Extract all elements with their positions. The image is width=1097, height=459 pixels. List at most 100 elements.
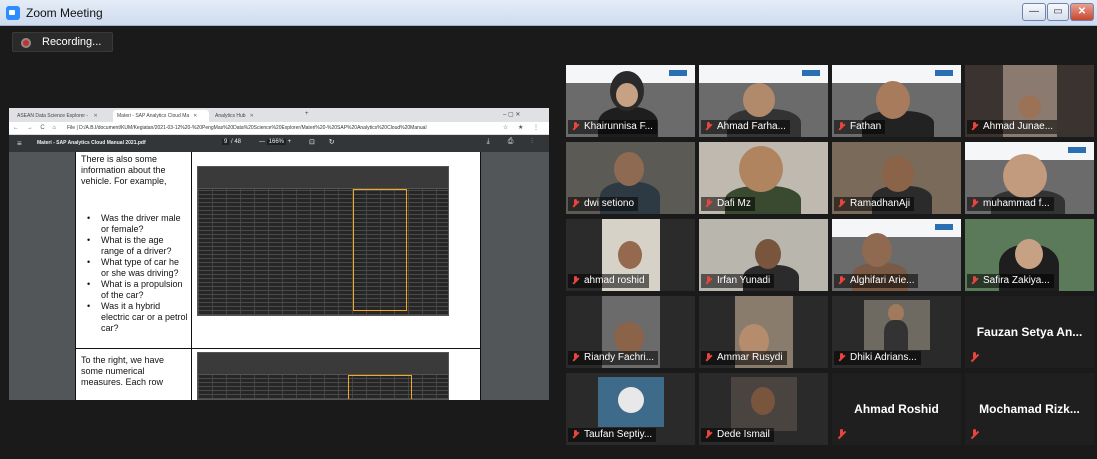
tab-label: ASEAN Data Science Explorer - xyxy=(17,113,90,119)
download-print-icons[interactable]: ⤓ ⎙ ⋮ xyxy=(487,138,541,146)
list-item: What is a propulsion of the car? xyxy=(85,279,189,301)
highlight-box xyxy=(353,189,407,311)
list-item: Was it a hybrid electric car or a petrol… xyxy=(85,301,189,334)
recording-indicator[interactable]: Recording... xyxy=(12,32,113,52)
tab-label: Materi - SAP Analytics Cloud Ma xyxy=(117,113,190,119)
participant-tile[interactable]: dwi setiono xyxy=(566,142,695,214)
muted-mic-icon xyxy=(571,199,581,209)
muted-mic-icon xyxy=(571,122,581,132)
muted-mic-icon xyxy=(704,122,714,132)
participant-tile[interactable]: Ahmad Farha... xyxy=(699,65,828,137)
nav-buttons[interactable]: ← → C ⌂ xyxy=(13,125,59,131)
list-item: Was the driver male or female? xyxy=(85,213,189,235)
table-border xyxy=(480,152,481,400)
participant-name: Safira Zakiya... xyxy=(983,275,1050,286)
browser-tab[interactable]: ASEAN Data Science Explorer - ✕ xyxy=(13,110,113,122)
browser-tab-active[interactable]: Materi - SAP Analytics Cloud Ma ✕ xyxy=(113,110,209,122)
participant-face xyxy=(1015,239,1043,269)
participant-body xyxy=(884,320,908,350)
participant-name-label: Irfan Yunadi xyxy=(701,274,775,288)
new-tab-button[interactable]: + xyxy=(305,111,309,117)
browser-tab-strip: ASEAN Data Science Explorer - ✕ Materi -… xyxy=(9,108,549,122)
window-title: Zoom Meeting xyxy=(26,6,103,20)
participant-tile[interactable]: Dafi Mz xyxy=(699,142,828,214)
muted-mic-icon xyxy=(969,429,981,441)
participant-name: Dede Ismail xyxy=(717,429,770,440)
browser-window-controls[interactable]: – ▢ ✕ xyxy=(503,111,520,118)
participant-head xyxy=(1003,154,1047,198)
muted-mic-icon xyxy=(970,122,980,132)
spreadsheet-screenshot xyxy=(197,352,449,400)
participant-tile-no-video[interactable]: Ahmad Roshid xyxy=(832,373,961,445)
slide-background xyxy=(699,65,828,83)
participant-tile[interactable]: Ahmad Junae... xyxy=(965,65,1094,137)
menu-icon[interactable]: ≡ xyxy=(17,139,22,148)
participant-tile[interactable]: Dhiki Adrians... xyxy=(832,296,961,368)
muted-mic-icon xyxy=(837,353,847,363)
fit-rotate-icons[interactable]: ⊡ ↻ xyxy=(309,138,341,146)
page-indicator: 9 / 48 xyxy=(222,139,241,145)
maximize-button[interactable]: ▭ xyxy=(1047,3,1069,21)
participant-name-label: Alghifari Arie... xyxy=(834,274,919,288)
participant-name-label: Ammar Rusydi xyxy=(701,351,787,365)
muted-mic-icon xyxy=(837,122,847,132)
participant-name: Ahmad Junae... xyxy=(983,121,1054,132)
muted-mic-icon xyxy=(704,353,714,363)
record-dot-icon xyxy=(21,38,31,48)
close-tab-icon[interactable]: ✕ xyxy=(94,113,98,119)
url-field[interactable]: File | D:/A.B.I/document/KUM/Kegiatan/20… xyxy=(67,125,467,131)
muted-mic-icon xyxy=(704,199,714,209)
participant-tile[interactable]: Khairunnisa F... xyxy=(566,65,695,137)
participant-name-label: Safira Zakiya... xyxy=(967,274,1054,288)
participant-tile-no-video[interactable]: Fauzan Setya An... xyxy=(965,296,1094,368)
avatar-image xyxy=(618,387,644,413)
participant-name: ahmad roshid xyxy=(584,275,645,286)
table-row-divider xyxy=(75,348,481,349)
zoom-in-button[interactable]: + xyxy=(288,139,292,145)
participant-name: Ahmad Farha... xyxy=(717,121,786,132)
participant-name: Dhiki Adrians... xyxy=(850,352,917,363)
participant-tile[interactable]: Riandy Fachri... xyxy=(566,296,695,368)
close-tab-icon[interactable]: ✕ xyxy=(250,113,254,119)
muted-mic-icon xyxy=(837,276,847,286)
participant-tile[interactable]: Fathan xyxy=(832,65,961,137)
participant-tile-no-video[interactable]: Mochamad Rizk... xyxy=(965,373,1094,445)
participant-name: Ammar Rusydi xyxy=(717,352,783,363)
participant-tile[interactable]: RamadhanAji xyxy=(832,142,961,214)
participant-tile[interactable]: Dede Ismail xyxy=(699,373,828,445)
close-tab-icon[interactable]: ✕ xyxy=(193,113,197,119)
participant-name-label: RamadhanAji xyxy=(834,197,915,211)
pdf-toolbar: ≡ Materi - SAP Analytics Cloud Manual 20… xyxy=(9,135,549,152)
table-border xyxy=(191,152,192,400)
participant-tile[interactable]: Taufan Septiy... xyxy=(566,373,695,445)
participant-head xyxy=(1019,95,1041,119)
page-total: / 48 xyxy=(231,139,242,145)
title-bar: Zoom Meeting — ▭ ✕ xyxy=(0,0,1097,26)
zoom-level[interactable]: 166% xyxy=(266,139,287,145)
participant-name-label: muhammad f... xyxy=(967,197,1054,211)
minimize-button[interactable]: — xyxy=(1022,3,1046,21)
spreadsheet-screenshot xyxy=(197,166,449,316)
recording-label: Recording... xyxy=(42,36,102,48)
participant-name: Irfan Yunadi xyxy=(717,275,771,286)
browser-toolbar-icons[interactable]: ☆ ★ ⋮ xyxy=(503,124,543,131)
participant-tile[interactable]: Ammar Rusydi xyxy=(699,296,828,368)
participant-tile[interactable]: Irfan Yunadi xyxy=(699,219,828,291)
participant-head xyxy=(751,387,775,415)
participant-tile[interactable]: Safira Zakiya... xyxy=(965,219,1094,291)
browser-tab[interactable]: Analytics Hub ✕ xyxy=(211,110,301,122)
participant-tile[interactable]: Alghifari Arie... xyxy=(832,219,961,291)
zoom-controls: — 166% + xyxy=(259,139,291,145)
page-input[interactable]: 9 xyxy=(222,139,230,145)
muted-mic-icon xyxy=(571,430,581,440)
participant-name-label: Taufan Septiy... xyxy=(568,428,657,442)
participant-name: Alghifari Arie... xyxy=(850,275,915,286)
close-button[interactable]: ✕ xyxy=(1070,3,1094,21)
shared-screen[interactable]: ASEAN Data Science Explorer - ✕ Materi -… xyxy=(9,108,549,400)
participant-tile[interactable]: muhammad f... xyxy=(965,142,1094,214)
zoom-out-button[interactable]: — xyxy=(259,139,265,145)
muted-mic-icon xyxy=(970,276,980,286)
participant-name: Riandy Fachri... xyxy=(584,352,655,363)
participant-name-label: Khairunnisa F... xyxy=(568,120,657,134)
participant-tile[interactable]: ahmad roshid xyxy=(566,219,695,291)
